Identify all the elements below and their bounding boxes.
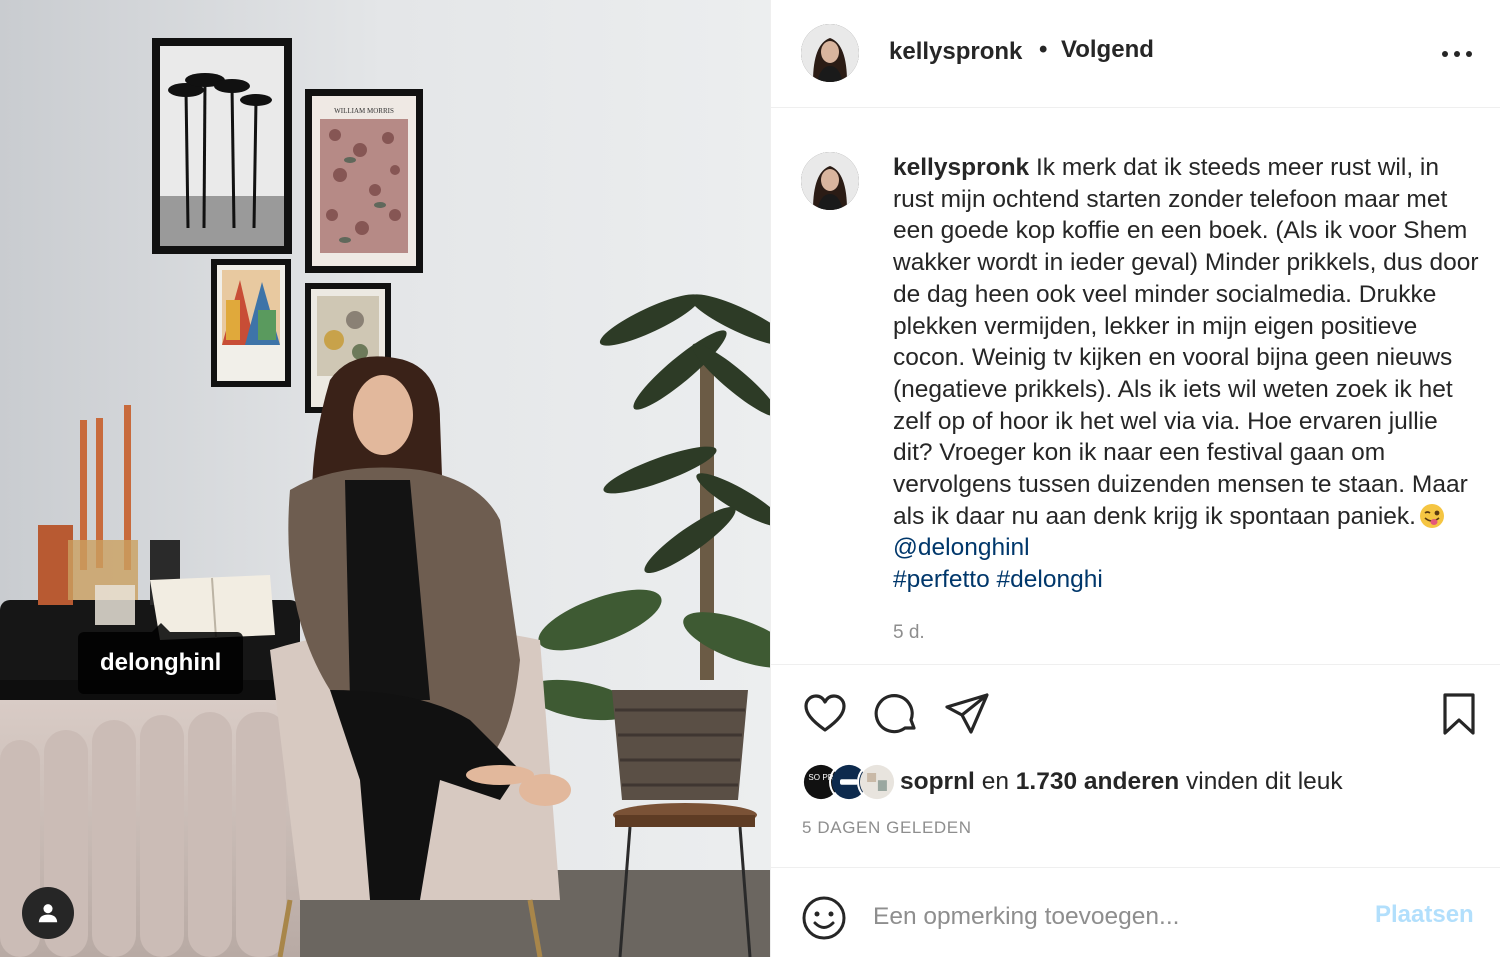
heart-icon <box>804 694 846 732</box>
post-photo[interactable]: WILLIAM MORRIS delonghinl <box>0 0 770 957</box>
emoji-picker-icon[interactable] <box>801 895 847 941</box>
first-liker-link[interactable]: soprnl <box>900 768 975 795</box>
header-separator: • <box>1039 36 1048 63</box>
caption-author-avatar[interactable] <box>801 152 859 210</box>
hashtag-link[interactable]: #delonghi <box>997 566 1103 593</box>
likes-connector: en <box>981 768 1009 795</box>
comment-button[interactable] <box>873 690 921 738</box>
more-dot-icon <box>1466 51 1472 57</box>
post-caption: kellyspronk Ik merk dat ik steeds meer r… <box>893 152 1483 596</box>
poster-palms <box>152 38 292 254</box>
post-actions: SO PR soprnl en 1.730 anderen vinden dit… <box>771 666 1500 868</box>
save-button[interactable] <box>1435 690 1483 738</box>
bookmark-icon <box>1443 693 1475 735</box>
caption-username[interactable]: kellyspronk <box>893 154 1029 181</box>
caption-text: Ik merk dat ik steeds meer rust wil, in … <box>893 154 1479 530</box>
person-icon <box>38 904 58 923</box>
caption-area: kellyspronk Ik merk dat ik steeds meer r… <box>771 108 1500 665</box>
post-date[interactable]: 5 DAGEN GELEDEN <box>802 818 972 838</box>
poster-william-morris: WILLIAM MORRIS <box>305 89 423 273</box>
following-button[interactable]: Volgend <box>1061 36 1154 64</box>
comment-bar: Plaatsen <box>771 869 1500 957</box>
author-username[interactable]: kellyspronk <box>889 38 1022 66</box>
like-button[interactable] <box>801 690 849 738</box>
poster-text: WILLIAM MORRIS <box>334 107 394 115</box>
comment-input[interactable] <box>873 897 1353 937</box>
mention-link[interactable]: @delonghinl <box>893 534 1030 561</box>
likes-summary: soprnl en 1.730 anderen vinden dit leuk <box>900 768 1343 796</box>
more-dot-icon <box>1442 51 1448 57</box>
caption-time[interactable]: 5 d. <box>893 622 925 644</box>
winking-tongue-emoji-icon <box>1420 503 1444 528</box>
post-header: kellyspronk • Volgend <box>771 0 1500 108</box>
user-tag-button[interactable] <box>22 887 74 939</box>
avatar-image <box>801 152 859 210</box>
likes-suffix: vinden dit leuk <box>1186 768 1343 795</box>
poster-colorful <box>211 259 291 387</box>
more-options-button[interactable] <box>1439 40 1475 68</box>
more-dot-icon <box>1454 51 1460 57</box>
liker-avatar <box>857 762 897 802</box>
share-button[interactable] <box>943 690 991 738</box>
post-image: WILLIAM MORRIS <box>0 0 770 957</box>
avatar-image <box>801 24 859 82</box>
liker-avatars[interactable]: SO PR <box>801 762 897 802</box>
post-side-panel: kellyspronk • Volgend kellyspronk Ik mer… <box>770 0 1500 957</box>
author-avatar[interactable] <box>801 24 859 82</box>
likes-count-link[interactable]: 1.730 anderen <box>1016 768 1179 795</box>
comment-icon <box>874 694 916 734</box>
post-comment-button[interactable]: Plaatsen <box>1375 901 1474 929</box>
share-icon <box>945 693 989 734</box>
product-tag[interactable]: delonghinl <box>78 623 244 694</box>
hashtag-link[interactable]: #perfetto <box>893 566 990 593</box>
